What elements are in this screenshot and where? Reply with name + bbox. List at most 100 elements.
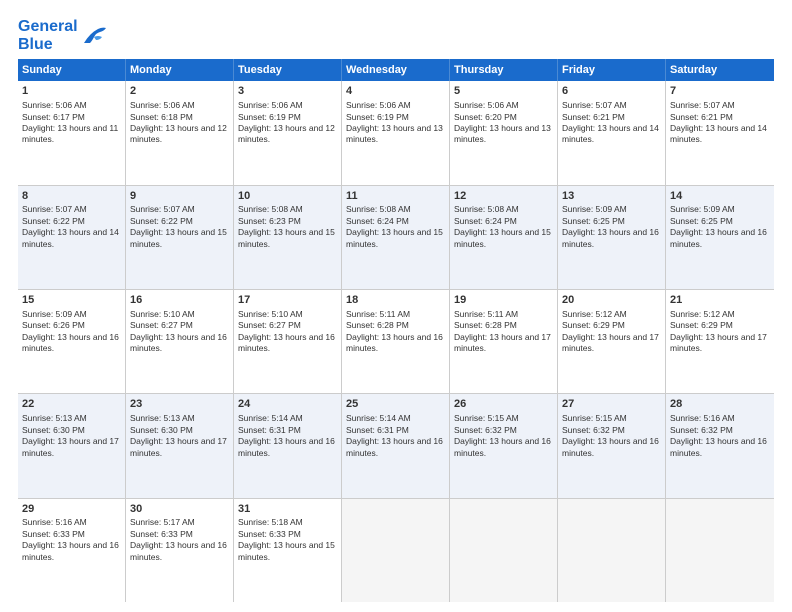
sunrise-text: Sunrise: 5:07 AM (670, 100, 735, 110)
daylight-text: Daylight: 13 hours and 13 minutes. (454, 123, 551, 144)
sunset-text: Sunset: 6:20 PM (454, 112, 517, 122)
day-cell-16: 16Sunrise: 5:10 AMSunset: 6:27 PMDayligh… (126, 290, 234, 393)
sunset-text: Sunset: 6:33 PM (238, 529, 301, 539)
day-cell-3: 3Sunrise: 5:06 AMSunset: 6:19 PMDaylight… (234, 81, 342, 184)
logo-bird-icon (80, 25, 108, 47)
day-cell-22: 22Sunrise: 5:13 AMSunset: 6:30 PMDayligh… (18, 394, 126, 497)
sunrise-text: Sunrise: 5:09 AM (22, 309, 87, 319)
daylight-text: Daylight: 13 hours and 17 minutes. (130, 436, 227, 457)
logo-text: General Blue (18, 18, 78, 53)
sunset-text: Sunset: 6:26 PM (22, 320, 85, 330)
sunset-text: Sunset: 6:30 PM (22, 425, 85, 435)
sunrise-text: Sunrise: 5:07 AM (562, 100, 627, 110)
sunrise-text: Sunrise: 5:13 AM (130, 413, 195, 423)
day-cell-12: 12Sunrise: 5:08 AMSunset: 6:24 PMDayligh… (450, 186, 558, 289)
day-number: 1 (22, 84, 121, 99)
day-number: 15 (22, 293, 121, 308)
calendar-header: Sunday Monday Tuesday Wednesday Thursday… (18, 59, 774, 81)
day-cell-13: 13Sunrise: 5:09 AMSunset: 6:25 PMDayligh… (558, 186, 666, 289)
day-cell-4: 4Sunrise: 5:06 AMSunset: 6:19 PMDaylight… (342, 81, 450, 184)
day-number: 3 (238, 84, 337, 99)
day-cell-7: 7Sunrise: 5:07 AMSunset: 6:21 PMDaylight… (666, 81, 774, 184)
daylight-text: Daylight: 13 hours and 16 minutes. (346, 332, 443, 353)
daylight-text: Daylight: 13 hours and 16 minutes. (346, 436, 443, 457)
sunrise-text: Sunrise: 5:06 AM (22, 100, 87, 110)
day-number: 17 (238, 293, 337, 308)
sunset-text: Sunset: 6:29 PM (562, 320, 625, 330)
day-cell-9: 9Sunrise: 5:07 AMSunset: 6:22 PMDaylight… (126, 186, 234, 289)
day-number: 4 (346, 84, 445, 99)
sunset-text: Sunset: 6:25 PM (562, 216, 625, 226)
sunrise-text: Sunrise: 5:11 AM (346, 309, 410, 319)
day-cell-6: 6Sunrise: 5:07 AMSunset: 6:21 PMDaylight… (558, 81, 666, 184)
sunrise-text: Sunrise: 5:10 AM (130, 309, 195, 319)
sunrise-text: Sunrise: 5:18 AM (238, 517, 303, 527)
day-cell-26: 26Sunrise: 5:15 AMSunset: 6:32 PMDayligh… (450, 394, 558, 497)
sunrise-text: Sunrise: 5:06 AM (130, 100, 195, 110)
day-number: 25 (346, 397, 445, 412)
day-cell-25: 25Sunrise: 5:14 AMSunset: 6:31 PMDayligh… (342, 394, 450, 497)
daylight-text: Daylight: 13 hours and 17 minutes. (562, 332, 659, 353)
day-number: 8 (22, 189, 121, 204)
daylight-text: Daylight: 13 hours and 16 minutes. (22, 540, 119, 561)
daylight-text: Daylight: 13 hours and 16 minutes. (130, 540, 227, 561)
week-row-2: 8Sunrise: 5:07 AMSunset: 6:22 PMDaylight… (18, 186, 774, 290)
day-number: 10 (238, 189, 337, 204)
sunrise-text: Sunrise: 5:12 AM (670, 309, 735, 319)
sunrise-text: Sunrise: 5:15 AM (454, 413, 519, 423)
header-friday: Friday (558, 59, 666, 81)
daylight-text: Daylight: 13 hours and 15 minutes. (130, 227, 227, 248)
daylight-text: Daylight: 13 hours and 15 minutes. (238, 227, 335, 248)
daylight-text: Daylight: 13 hours and 11 minutes. (22, 123, 118, 144)
daylight-text: Daylight: 13 hours and 16 minutes. (238, 436, 335, 457)
sunrise-text: Sunrise: 5:14 AM (346, 413, 411, 423)
daylight-text: Daylight: 13 hours and 14 minutes. (562, 123, 659, 144)
week-row-3: 15Sunrise: 5:09 AMSunset: 6:26 PM Dayligh… (18, 290, 774, 394)
logo-blue: Blue (18, 36, 53, 53)
day-number: 31 (238, 502, 337, 517)
calendar: Sunday Monday Tuesday Wednesday Thursday… (18, 59, 774, 602)
logo: General Blue (18, 18, 108, 53)
sunrise-text: Sunrise: 5:07 AM (130, 204, 195, 214)
sunrise-text: Sunrise: 5:08 AM (346, 204, 411, 214)
day-cell-14: 14Sunrise: 5:09 AMSunset: 6:25 PMDayligh… (666, 186, 774, 289)
sunrise-text: Sunrise: 5:06 AM (454, 100, 519, 110)
day-number: 6 (562, 84, 661, 99)
day-cell-8: 8Sunrise: 5:07 AMSunset: 6:22 PMDaylight… (18, 186, 126, 289)
sunset-text: Sunset: 6:31 PM (238, 425, 301, 435)
sunrise-text: Sunrise: 5:12 AM (562, 309, 627, 319)
daylight-text: Daylight: 13 hours and 17 minutes. (22, 436, 119, 457)
day-cell-11: 11Sunrise: 5:08 AMSunset: 6:24 PMDayligh… (342, 186, 450, 289)
daylight-text: Daylight: 13 hours and 16 minutes. (22, 332, 119, 353)
day-number: 12 (454, 189, 553, 204)
empty-cell (342, 499, 450, 602)
sunset-text: Sunset: 6:28 PM (346, 320, 409, 330)
day-cell-18: 18Sunrise: 5:11 AMSunset: 6:28 PMDayligh… (342, 290, 450, 393)
sunrise-text: Sunrise: 5:08 AM (238, 204, 303, 214)
sunrise-text: Sunrise: 5:06 AM (346, 100, 411, 110)
day-cell-29: 29Sunrise: 5:16 AMSunset: 6:33 PMDayligh… (18, 499, 126, 602)
daylight-text: Daylight: 13 hours and 16 minutes. (562, 227, 659, 248)
sunset-text: Sunset: 6:29 PM (670, 320, 733, 330)
calendar-body: 1Sunrise: 5:06 AMSunset: 6:17 PMDaylight… (18, 81, 774, 602)
daylight-text: Daylight: 13 hours and 17 minutes. (454, 332, 551, 353)
daylight-text: Daylight: 13 hours and 16 minutes. (130, 332, 227, 353)
day-cell-23: 23Sunrise: 5:13 AM Sunset: 6:30 PMDayligh… (126, 394, 234, 497)
sunrise-text: Sunrise: 5:11 AM (454, 309, 518, 319)
daylight-text: Daylight: 13 hours and 14 minutes. (670, 123, 767, 144)
day-number: 23 (130, 397, 229, 412)
sunset-text: Sunset: 6:30 PM (130, 425, 193, 435)
sunrise-text: Sunrise: 5:17 AM (130, 517, 195, 527)
day-cell-24: 24Sunrise: 5:14 AMSunset: 6:31 PMDayligh… (234, 394, 342, 497)
sunset-text: Sunset: 6:17 PM (22, 112, 85, 122)
header: General Blue (18, 18, 774, 53)
sunset-text: Sunset: 6:18 PM (130, 112, 193, 122)
day-cell-17: 17Sunrise: 5:10 AMSunset: 6:27 PMDayligh… (234, 290, 342, 393)
sunrise-text: Sunrise: 5:16 AM (670, 413, 735, 423)
sunset-text: Sunset: 6:21 PM (670, 112, 733, 122)
daylight-text: Daylight: 13 hours and 12 minutes. (130, 123, 227, 144)
empty-cell (666, 499, 774, 602)
day-number: 24 (238, 397, 337, 412)
day-number: 20 (562, 293, 661, 308)
sunset-text: Sunset: 6:33 PM (130, 529, 193, 539)
